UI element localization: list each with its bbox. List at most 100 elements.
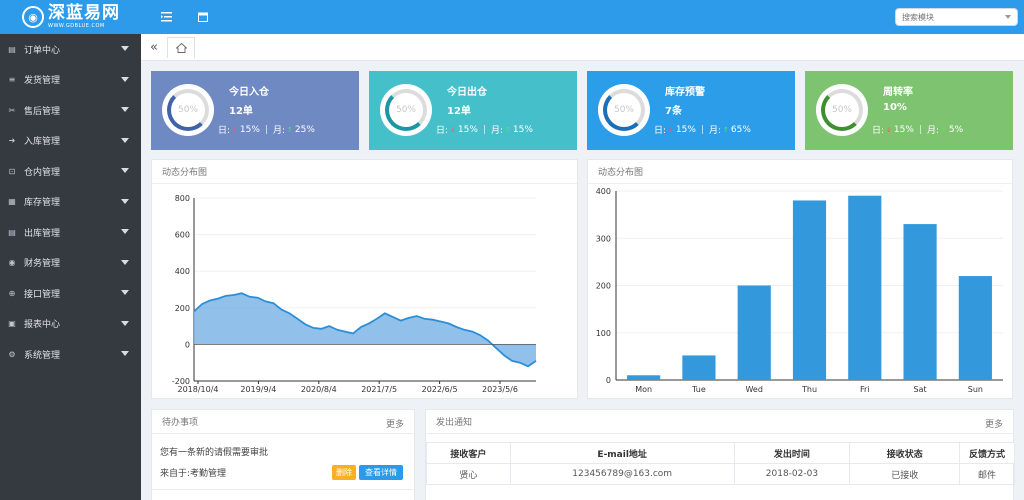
- day-label: 日:: [436, 126, 449, 136]
- card-value: 10%: [883, 102, 907, 113]
- menu-toggle-icon[interactable]: [158, 9, 174, 25]
- sidebar-item-5[interactable]: ▦ 库存管理: [0, 187, 141, 218]
- ring-label: 50%: [177, 105, 198, 115]
- search-input[interactable]: [902, 12, 1002, 22]
- collapse-left-icon[interactable]: «: [146, 39, 162, 55]
- bar[interactable]: [958, 276, 992, 380]
- stat-card[interactable]: 50% 周转率 10% 日: ↓ 15% | 月: ↑ 5%: [805, 71, 1013, 150]
- home-tab[interactable]: [167, 37, 195, 58]
- card-stats: 日: ↓ 15% | 月: ↑ 25%: [218, 123, 315, 137]
- todo-message[interactable]: 您有一条新的请假需要审批: [160, 445, 268, 458]
- stat-card[interactable]: 50% 今日入仓 12单 日: ↓ 15% | 月: ↑ 25%: [151, 71, 359, 150]
- caret-down-icon: [121, 290, 129, 295]
- y-tick-label: 0: [185, 340, 190, 349]
- y-tick-label: 600: [175, 231, 190, 240]
- stat-card[interactable]: 50% 库存预警 7条 日: ↓ 15% | 月: ↑ 65%: [587, 71, 795, 150]
- column-header[interactable]: 反馈方式: [959, 442, 1015, 464]
- notice-title: 发出通知: [426, 410, 1013, 434]
- x-tick-label: 2019/9/4: [240, 385, 276, 394]
- month-label: 月:: [926, 126, 940, 136]
- x-tick-label: Fri: [860, 385, 870, 394]
- bar[interactable]: [792, 200, 827, 380]
- order-icon: ▤: [8, 44, 16, 54]
- x-tick-label: 2023/5/6: [482, 385, 518, 394]
- card-title: 库存预警: [665, 87, 705, 98]
- todo-more-link[interactable]: 更多: [386, 417, 404, 430]
- stat-card[interactable]: 50% 今日出仓 12单 日: ↓ 15% | 月: ↑ 15%: [369, 71, 577, 150]
- bar[interactable]: [682, 355, 716, 380]
- todo-divider: [152, 489, 414, 490]
- month-value: 15%: [512, 124, 533, 135]
- column-header[interactable]: E-mail地址: [509, 442, 735, 464]
- x-tick-label: Sat: [914, 385, 927, 394]
- table-cell: 123456789@163.com: [509, 463, 735, 485]
- bar[interactable]: [848, 195, 882, 380]
- progress-ring: 50%: [598, 84, 650, 136]
- day-value: 15%: [675, 124, 696, 135]
- sidebar-item-7[interactable]: ◉ 财务管理: [0, 248, 141, 279]
- day-label: 日:: [654, 126, 667, 136]
- x-tick-label: 2021/7/5: [361, 385, 397, 394]
- column-header[interactable]: 接收客户: [426, 442, 511, 464]
- sidebar-item-label: 订单中心: [24, 45, 61, 56]
- bar[interactable]: [737, 285, 771, 381]
- month-value: 65%: [730, 124, 751, 135]
- arrow-up-icon: ↑: [723, 125, 729, 134]
- top-bar: ◉ 深蓝易网 WWW.GDBLUE.COM: [0, 0, 1024, 34]
- inbound-icon: ➜: [8, 136, 16, 146]
- bar[interactable]: [903, 224, 937, 380]
- caret-down-icon: [121, 168, 129, 173]
- notice-more-link[interactable]: 更多: [985, 417, 1003, 430]
- logo[interactable]: ◉ 深蓝易网 WWW.GDBLUE.COM: [0, 0, 141, 34]
- month-label: 月:: [272, 126, 286, 136]
- stat-divider: |: [700, 124, 704, 135]
- y-tick-label: 0: [606, 376, 611, 385]
- home-icon: [175, 43, 187, 53]
- stat-divider: |: [482, 124, 486, 135]
- gear-icon: ⚙: [8, 349, 16, 359]
- sidebar-item-6[interactable]: ▤ 出库管理: [0, 217, 141, 248]
- x-tick-label: 2018/10/4: [177, 385, 218, 394]
- search-select[interactable]: [895, 8, 1018, 26]
- table-row[interactable]: 贤心 123456789@163.com 2018-02-03 已接收 邮件: [426, 463, 1015, 485]
- caret-down-icon: [121, 229, 129, 234]
- area-chart: 8006004002000-2002018/10/4 2019/9/4 2020/8…: [172, 194, 537, 394]
- y-tick-label: 300: [596, 234, 611, 243]
- x-tick-label: 2022/6/5: [422, 385, 458, 394]
- sidebar-item-8[interactable]: ⊕ 接口管理: [0, 278, 141, 309]
- x-tick-label: Tue: [691, 385, 706, 394]
- card-stats: 日: ↓ 15% | 月: ↑ 15%: [436, 123, 533, 137]
- todo-source: 来自于:考勤管理: [160, 469, 227, 479]
- caret-down-icon: [121, 137, 129, 143]
- y-tick-label: 400: [175, 267, 190, 276]
- view-detail-button[interactable]: 查看详情: [359, 465, 403, 480]
- sidebar-item-label: 出库管理: [24, 228, 61, 239]
- sidebar-item-4[interactable]: ⊡ 仓内管理: [0, 156, 141, 187]
- card-stats: 日: ↓ 15% | 月: ↑ 5%: [872, 123, 963, 137]
- bar[interactable]: [627, 375, 661, 380]
- shipping-icon: ≡: [8, 75, 16, 85]
- card-value: 12单: [447, 106, 471, 117]
- sidebar-item-3[interactable]: ➜ 入库管理: [0, 126, 141, 157]
- sidebar-item-1[interactable]: ≡ 发货管理: [0, 65, 141, 96]
- progress-ring: 50%: [162, 84, 214, 136]
- sidebar-item-2[interactable]: ✂ 售后管理: [0, 95, 141, 126]
- sidebar-item-9[interactable]: ▣ 报表中心: [0, 309, 141, 340]
- caret-down-icon: [121, 107, 129, 112]
- todo-panel: 待办事项 更多 您有一条新的请假需要审批 来自于:考勤管理 删除 查看详情: [151, 409, 415, 500]
- y-tick-label: 800: [175, 194, 190, 203]
- bar-chart-panel: 动态分布图 400 300 200 100 0 Mon Tue Wed Thu Fri Sat Sun: [587, 159, 1013, 399]
- delete-button[interactable]: 删除: [332, 465, 356, 480]
- sidebar-item-0[interactable]: ▤ 订单中心: [0, 34, 141, 65]
- outbound-icon: ▤: [8, 227, 16, 237]
- sidebar-item-label: 入库管理: [24, 137, 61, 148]
- arrow-up-icon: ↑: [287, 125, 293, 134]
- sidebar: ▤ 订单中心 ≡ 发货管理 ✂ 售后管理 ➜ 入库管理 ⊡ 仓内管理 ▦ 库存管理 ▤ 出库管理 ◉ 财务管理…: [0, 34, 141, 500]
- calendar-icon[interactable]: [195, 9, 211, 25]
- column-header[interactable]: 发出时间: [733, 442, 851, 464]
- sidebar-item-10[interactable]: ⚙ 系统管理: [0, 339, 141, 370]
- tab-bar: «: [141, 34, 1024, 61]
- area-series: [194, 293, 536, 367]
- report-icon: ▣: [8, 319, 16, 329]
- column-header[interactable]: 接收状态: [849, 442, 961, 464]
